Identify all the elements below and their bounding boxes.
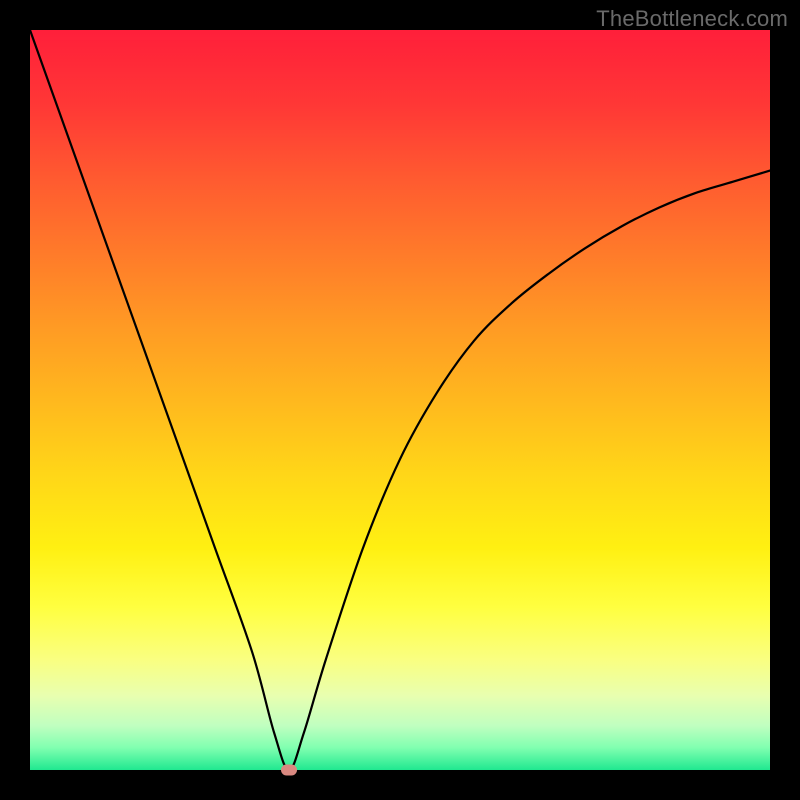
minimum-marker [281, 765, 297, 776]
plot-background [30, 30, 770, 770]
watermark-text: TheBottleneck.com [596, 6, 788, 32]
chart-container: TheBottleneck.com [0, 0, 800, 800]
chart-svg [0, 0, 800, 800]
